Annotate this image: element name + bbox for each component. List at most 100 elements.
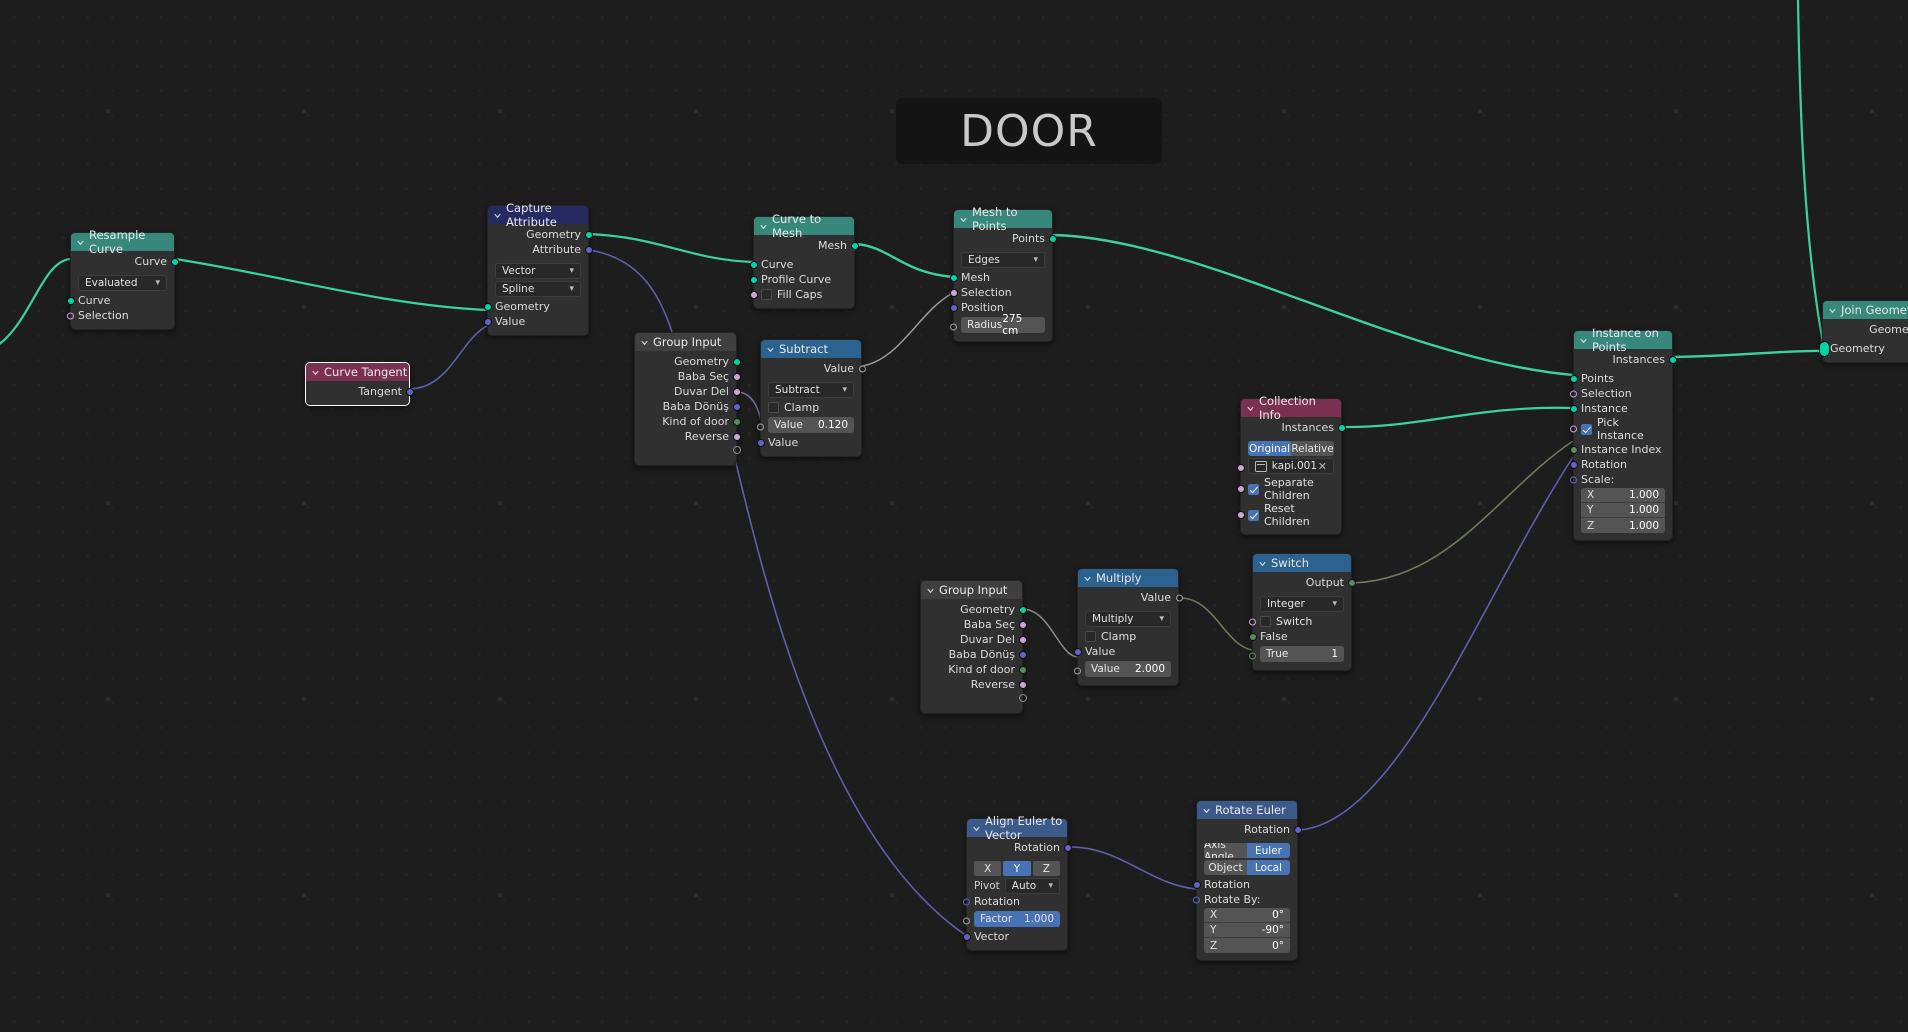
node-header[interactable]: Curve to Mesh: [754, 212, 854, 240]
node-editor-canvas[interactable]: DOOR Resample Curve Curve Evaluated ▾ Cu…: [0, 0, 1908, 1032]
socket-vector[interactable]: [1018, 650, 1027, 659]
socket-vector[interactable]: [962, 932, 971, 941]
socket-row-geometry-in[interactable]: Geometry: [483, 299, 588, 314]
socket-vector[interactable]: [405, 387, 414, 396]
socket-row-fill-caps[interactable]: Fill Caps: [749, 287, 854, 302]
socket-row-mesh-out[interactable]: Mesh: [754, 238, 859, 253]
socket-row-profile-curve[interactable]: Profile Curve: [749, 272, 854, 287]
node-header[interactable]: Capture Attribute: [488, 201, 588, 229]
socket-row-vector[interactable]: Vector: [962, 929, 1067, 944]
socket-vector[interactable]: [962, 898, 970, 905]
node-header[interactable]: Align Euler to Vector: [967, 814, 1067, 842]
reset-children-checkbox[interactable]: [1248, 509, 1259, 521]
node-resample-curve[interactable]: Resample Curve Curve Evaluated ▾ Curve S…: [66, 228, 179, 330]
chevron-down-icon[interactable]: [759, 222, 768, 231]
chevron-down-icon[interactable]: [1083, 574, 1092, 583]
rotate-by-vector-field[interactable]: X 0° Y -90° Z 0°: [1204, 908, 1290, 953]
true-field[interactable]: True 1: [1260, 646, 1344, 662]
socket-row-rotation-out[interactable]: Rotation: [967, 840, 1072, 855]
operation-dropdown[interactable]: Multiply ▾: [1085, 611, 1171, 627]
socket-float[interactable]: [949, 323, 957, 331]
socket-row-rotation-out[interactable]: Rotation: [1197, 822, 1302, 837]
socket-integer[interactable]: [732, 417, 741, 426]
socket-row-scale[interactable]: Scale:: [1569, 472, 1672, 487]
socket-vector[interactable]: [1192, 880, 1201, 889]
socket-float[interactable]: [962, 917, 970, 925]
factor-slider[interactable]: Factor 1.000: [974, 911, 1060, 927]
socket-row-baba-donus[interactable]: Baba Dönüş: [921, 647, 1027, 662]
socket-boolean[interactable]: [66, 312, 74, 319]
chevron-down-icon[interactable]: [1258, 559, 1267, 568]
node-group-input-mid[interactable]: Group Input Geometry Baba Seç Duvar Del …: [920, 580, 1027, 714]
socket-virtual[interactable]: [1018, 694, 1027, 702]
socket-geometry[interactable]: [1337, 423, 1346, 432]
transform-relative-button[interactable]: Relative: [1291, 441, 1334, 456]
node-collection-info[interactable]: Collection Info Instances Original Relat…: [1236, 394, 1346, 535]
socket-row-instance-index[interactable]: Instance Index: [1569, 442, 1672, 457]
rotate-y-row[interactable]: Y -90°: [1204, 923, 1290, 938]
close-icon[interactable]: ✕: [1318, 460, 1327, 473]
rotate-x-row[interactable]: X 0°: [1204, 908, 1290, 923]
socket-geometry[interactable]: [170, 257, 179, 266]
socket-boolean[interactable]: [732, 432, 741, 441]
socket-row-value-out[interactable]: Value: [1078, 590, 1183, 605]
socket-row-instances-out[interactable]: Instances: [1241, 420, 1346, 435]
socket-row-rotation[interactable]: Rotation: [1569, 457, 1672, 472]
switch-row[interactable]: Switch: [1248, 614, 1351, 629]
input-type-dropdown[interactable]: Integer ▾: [1260, 596, 1344, 612]
socket-boolean[interactable]: [732, 387, 741, 396]
node-header[interactable]: Group Input: [635, 333, 736, 351]
socket-integer[interactable]: [1248, 652, 1256, 660]
socket-geometry[interactable]: [1048, 234, 1057, 243]
socket-row-value-in[interactable]: Value: [483, 314, 588, 329]
socket-row-points-out[interactable]: Points: [954, 231, 1057, 246]
socket-geometry[interactable]: [584, 230, 593, 239]
socket-row-tangent[interactable]: Tangent: [306, 384, 414, 399]
node-curve-tangent[interactable]: Curve Tangent Tangent: [305, 362, 414, 406]
node-header[interactable]: Subtract: [761, 340, 861, 358]
socket-boolean[interactable]: [1018, 620, 1027, 629]
chevron-down-icon[interactable]: [1828, 306, 1837, 315]
socket-row-baba-donus[interactable]: Baba Dönüş: [635, 399, 741, 414]
node-group-input-top[interactable]: Group Input Geometry Baba Seç Duvar Del …: [634, 332, 741, 466]
socket-boolean[interactable]: [1018, 680, 1027, 689]
socket-row-baba-sec[interactable]: Baba Seç: [635, 369, 741, 384]
node-header[interactable]: Group Input: [921, 581, 1022, 599]
socket-geometry[interactable]: [1018, 605, 1027, 614]
socket-row-selection[interactable]: Selection: [1569, 386, 1672, 401]
socket-row-reverse[interactable]: Reverse: [635, 429, 741, 444]
socket-float[interactable]: [1073, 647, 1082, 656]
mode-dropdown[interactable]: Evaluated ▾: [78, 275, 167, 291]
node-curve-to-mesh[interactable]: Curve to Mesh Mesh Curve Profile Curve F…: [749, 212, 859, 309]
node-header[interactable]: Mesh to Points: [954, 205, 1052, 233]
socket-row-value-in[interactable]: Value: [756, 435, 861, 450]
socket-geometry[interactable]: [66, 296, 75, 305]
socket-row-attribute-out[interactable]: Attribute: [488, 242, 593, 257]
socket-row-geometry[interactable]: Geometry: [921, 602, 1027, 617]
socket-row-curve-in[interactable]: Curve: [66, 293, 174, 308]
frame-door[interactable]: DOOR: [896, 98, 1162, 164]
space-local-button[interactable]: Local: [1247, 860, 1290, 875]
socket-boolean[interactable]: [1236, 485, 1245, 493]
node-mesh-to-points[interactable]: Mesh to Points Points Edges ▾ Mesh Selec…: [949, 205, 1057, 342]
node-header[interactable]: Collection Info: [1241, 394, 1341, 422]
socket-row-instance[interactable]: Instance: [1569, 401, 1672, 416]
socket-vector[interactable]: [1192, 896, 1200, 903]
scale-vector-field[interactable]: X 1.000 Y 1.000 Z 1.000: [1581, 488, 1665, 533]
socket-row-virtual[interactable]: [921, 692, 1027, 707]
node-header[interactable]: Curve Tangent: [306, 363, 409, 381]
socket-row-curve-in[interactable]: Curve: [749, 257, 854, 272]
socket-integer[interactable]: [1248, 632, 1257, 641]
node-header[interactable]: Rotate Euler: [1197, 801, 1297, 819]
pick-instance-row[interactable]: Pick Instance: [1569, 416, 1672, 442]
node-header[interactable]: Switch: [1253, 554, 1351, 572]
socket-row-selection[interactable]: Selection: [949, 285, 1052, 300]
type-euler-button[interactable]: Euler: [1247, 843, 1290, 858]
clamp-checkbox[interactable]: [768, 402, 779, 413]
axis-z-button[interactable]: Z: [1032, 861, 1060, 876]
chevron-down-icon[interactable]: [766, 345, 775, 354]
socket-row-virtual[interactable]: [635, 444, 741, 459]
socket-geometry[interactable]: [1668, 355, 1677, 364]
node-header[interactable]: Instance on Points: [1574, 326, 1672, 354]
transform-toggle[interactable]: Original Relative: [1248, 441, 1334, 456]
